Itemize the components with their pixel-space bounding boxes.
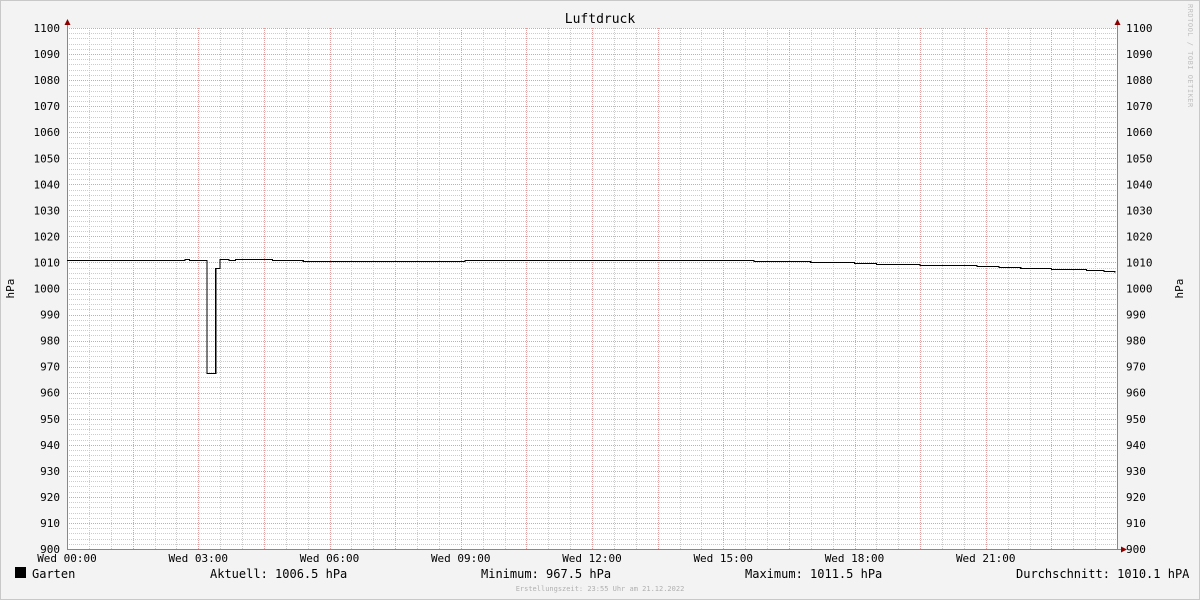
x-tick-label: Wed 12:00 [562,552,622,565]
y-tick-label-right: 980 [1126,335,1146,348]
y-tick-label-left: 950 [40,413,60,426]
x-tick-label: Wed 03:00 [168,552,228,565]
legend-swatch [15,567,26,578]
y-tick-label-left: 990 [40,309,60,322]
legend-minimum: Minimum: 967.5 hPa [481,567,612,581]
y-tick-label-right: 910 [1126,517,1146,530]
y-axis-arrow-left [64,19,71,25]
y-tick-label-left: 1090 [34,48,61,61]
y-tick-label-right: 1030 [1126,204,1153,217]
y-tick-label-left: 1100 [34,22,61,35]
y-tick-label-left: 1010 [34,256,61,269]
legend-series-label: Garten [32,567,76,581]
y-tick-label-right: 920 [1126,491,1146,504]
y-tick-label-right: 1100 [1126,22,1153,35]
y-axis-title-left: hPa [4,279,17,299]
legend-average: Durchschnitt: 1010.1 hPA [1016,567,1190,581]
y-tick-label-right: 960 [1126,387,1146,400]
y-tick-label-left: 1040 [34,178,61,191]
x-tick-label: Wed 00:00 [37,552,97,565]
y-tick-label-left: 1050 [34,152,61,165]
y-tick-label-right: 990 [1126,309,1146,322]
y-tick-label-left: 930 [40,465,60,478]
y-tick-label-right: 1090 [1126,48,1153,61]
y-tick-label-right: 1020 [1126,230,1153,243]
pressure-chart: 900 900910 910920 920930 930940 940950 950960 9… [4,12,1186,565]
y-axis-title-right: hPa [1173,279,1186,299]
y-tick-label-right: 900 [1126,543,1146,556]
y-tick-label-left: 920 [40,491,60,504]
x-tick-label: Wed 09:00 [431,552,491,565]
rrdtool-credit: RRDTOOL / TOBI OETIKER [1186,4,1194,108]
y-tick-label-left: 1030 [34,204,61,217]
y-tick-label-right: 1060 [1126,126,1153,139]
y-tick-label-left: 970 [40,361,60,374]
y-tick-label-left: 1000 [34,283,61,296]
chart-title: Luftdruck [565,12,636,27]
y-tick-label-right: 1070 [1126,100,1153,113]
y-tick-label-right: 970 [1126,361,1146,374]
legend-maximum: Maximum: 1011.5 hPa [745,567,883,581]
y-tick-label-right: 1010 [1126,256,1153,269]
y-tick-label-left: 1080 [34,74,61,87]
legend-series: Garten [15,567,75,581]
y-tick-label-left: 1060 [34,126,61,139]
y-tick-label-right: 1080 [1126,74,1153,87]
y-tick-label-right: 1000 [1126,283,1153,296]
y-axis-arrow-right [1114,19,1121,25]
x-tick-label: Wed 21:00 [956,552,1016,565]
y-tick-label-left: 1020 [34,230,61,243]
y-tick-label-right: 930 [1126,465,1146,478]
y-tick-label-left: 910 [40,517,60,530]
y-tick-label-left: 1070 [34,100,61,113]
y-tick-label-right: 1040 [1126,178,1153,191]
y-tick-label-left: 940 [40,439,60,452]
y-tick-label-left: 980 [40,335,60,348]
x-tick-label: Wed 06:00 [300,552,360,565]
y-tick-label-right: 1050 [1126,152,1153,165]
x-tick-label: Wed 18:00 [825,552,885,565]
x-tick-label: Wed 15:00 [693,552,753,565]
y-tick-label-right: 950 [1126,413,1146,426]
creation-time: Erstellungszeit: 23:55 Uhr am 21.12.2022 [515,585,685,593]
y-tick-label-left: 960 [40,387,60,400]
y-tick-label-right: 940 [1126,439,1146,452]
legend-current: Aktuell: 1006.5 hPa [210,567,348,581]
